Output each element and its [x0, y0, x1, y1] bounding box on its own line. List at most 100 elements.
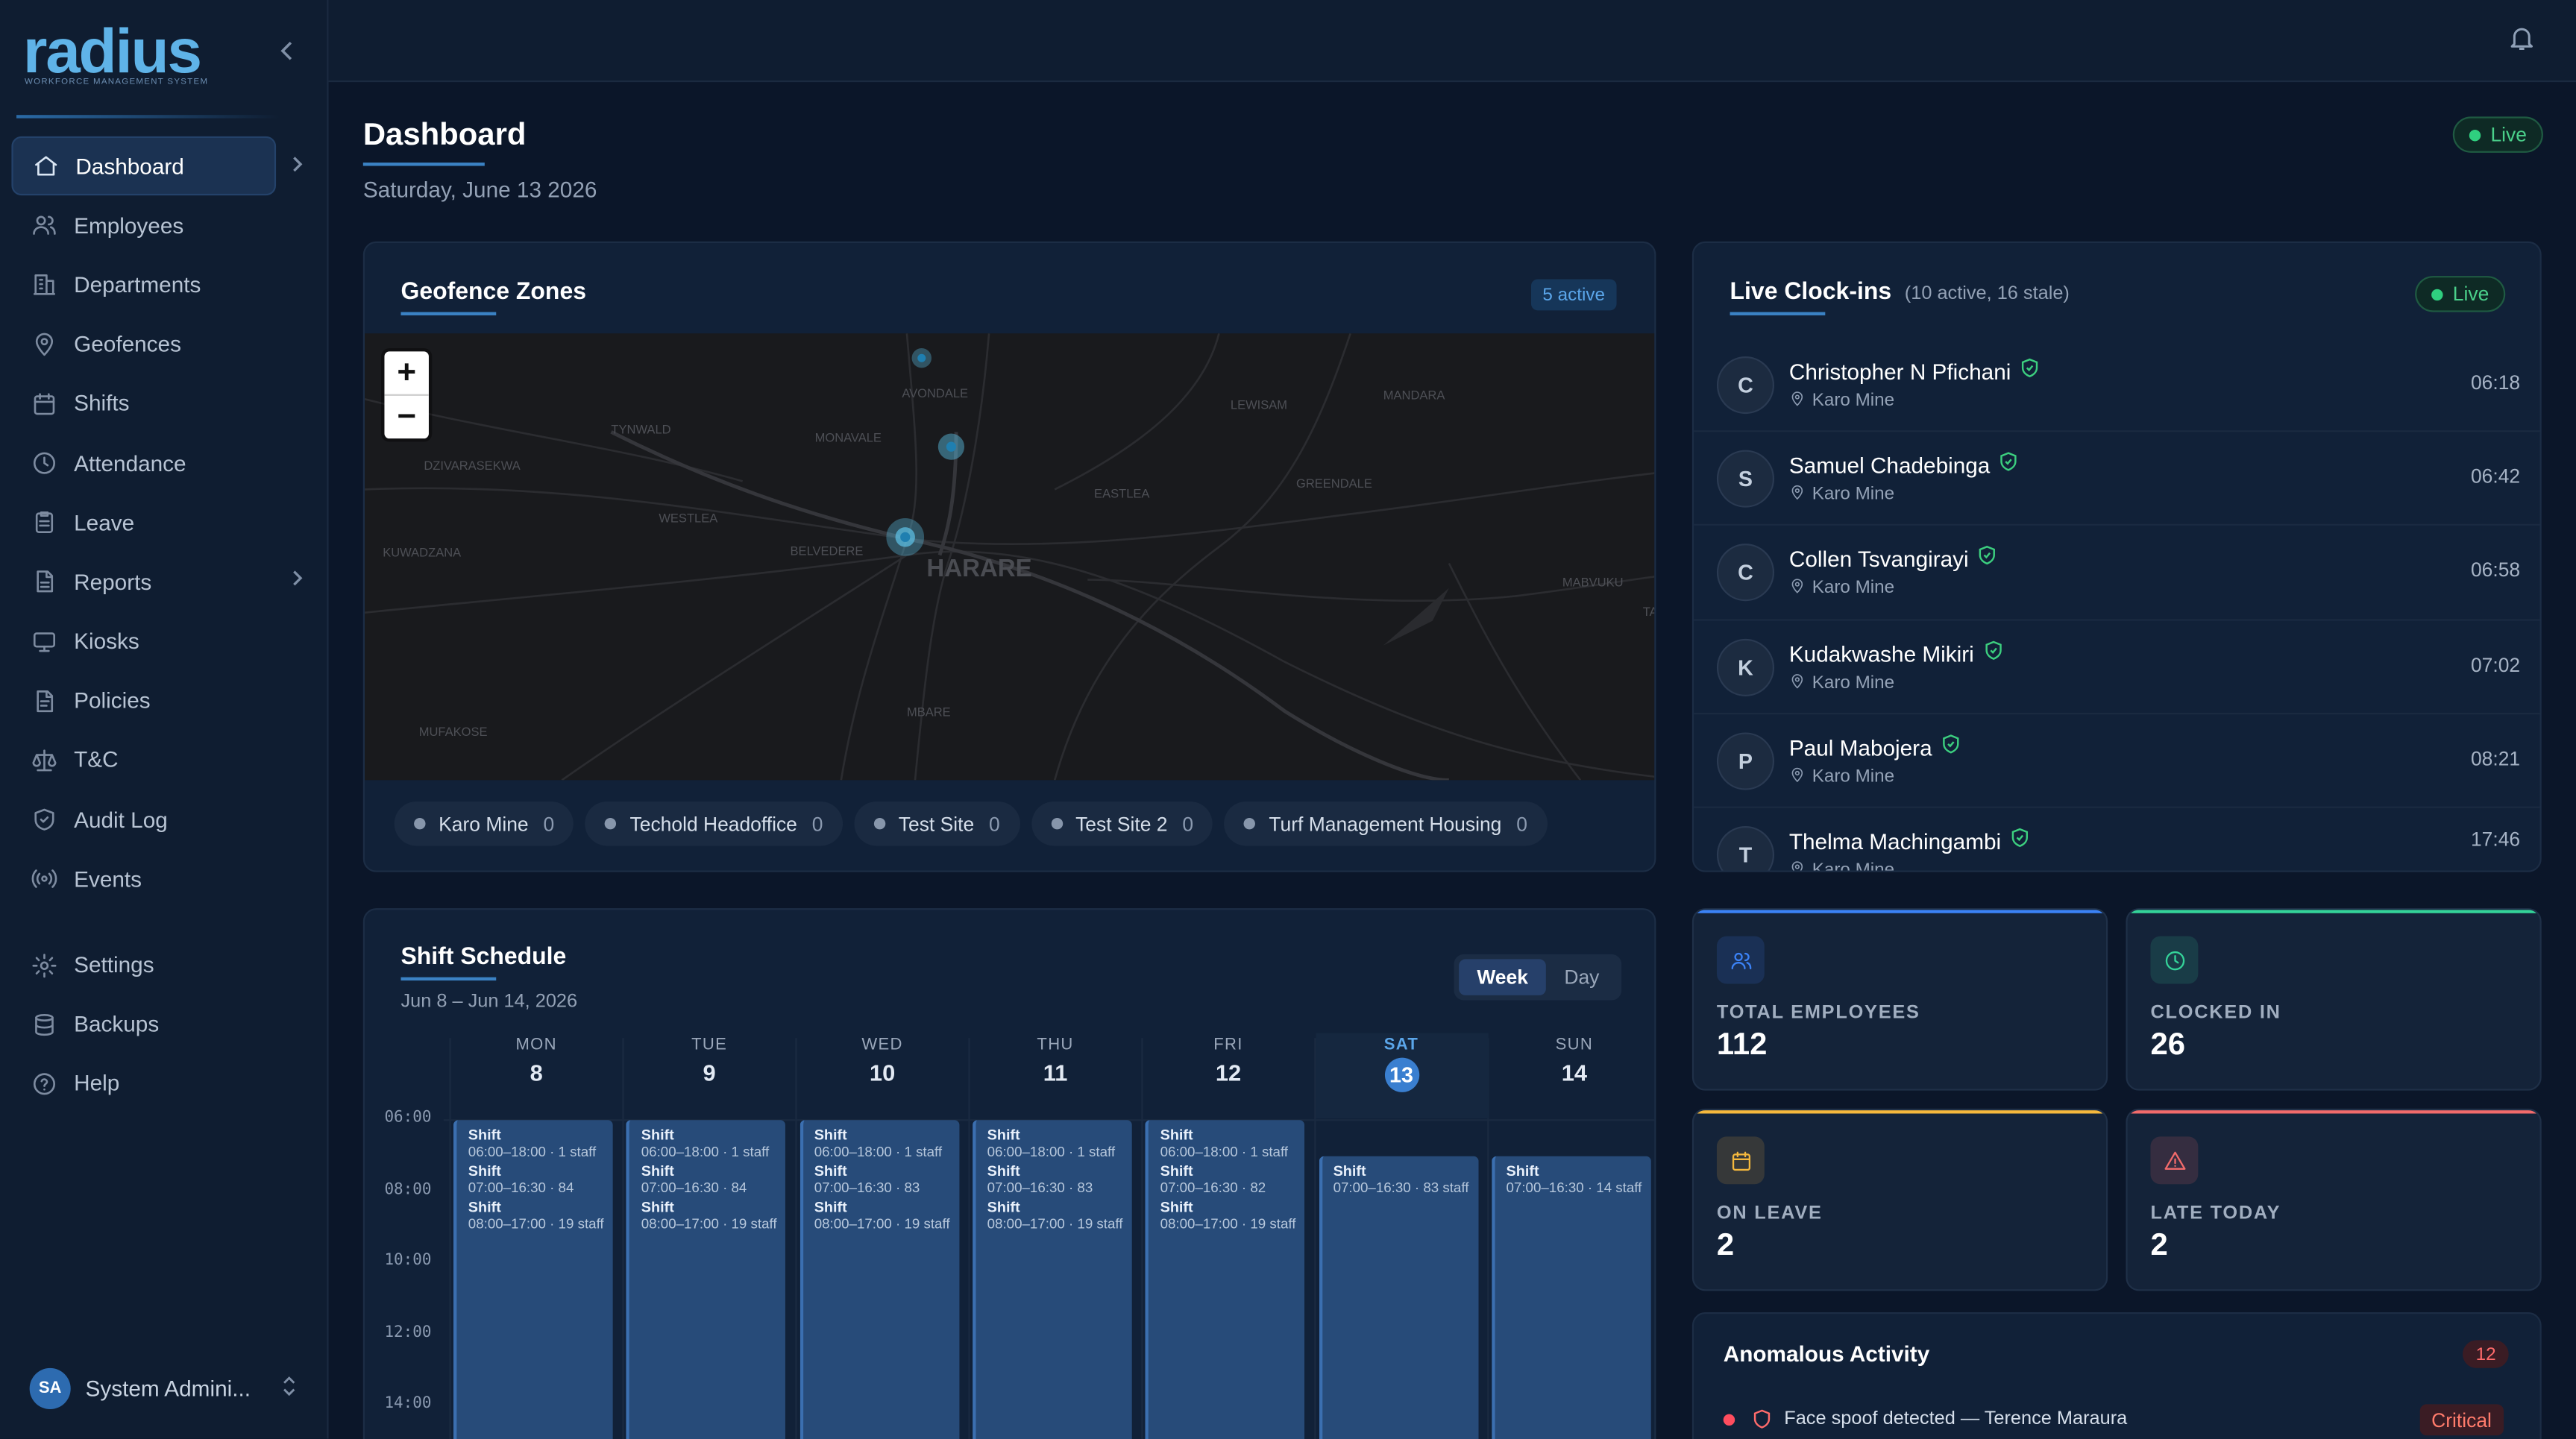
day-header-fri[interactable]: FRI 12 [1142, 1036, 1314, 1086]
time-label: 12:00 [384, 1323, 432, 1341]
sidebar-item-leave[interactable]: Leave [11, 493, 317, 552]
sidebar-item-policies[interactable]: Policies [11, 671, 317, 731]
day-header-sat[interactable]: SAT 13 [1315, 1033, 1488, 1119]
shift-detail: 08:00–17:00 · 19 staff [1160, 1215, 1296, 1232]
sidebar-item-settings[interactable]: Settings [11, 935, 317, 995]
shift-detail: 06:00–18:00 · 1 staff [641, 1143, 770, 1160]
sidebar-item-shifts[interactable]: Shifts [11, 374, 317, 434]
shift-entry[interactable]: Shift 07:00–16:30 · 84 [641, 1163, 786, 1196]
users-icon [31, 212, 57, 239]
clockin-row[interactable]: P Paul Mabojera Karo Mine 08:21 [1694, 714, 2540, 808]
collapse-sidebar-icon[interactable] [279, 40, 295, 69]
sidebar-item-kiosks[interactable]: Kiosks [11, 612, 317, 672]
shift-entry[interactable]: Shift 08:00–17:00 · 19 staff [468, 1199, 604, 1232]
zone-count: 0 [1516, 812, 1527, 836]
zone-chip[interactable]: Test Site 2 0 [1031, 801, 1213, 846]
shift-block[interactable]: Shift 06:00–18:00 · 1 staff Shift 07:00–16:… [799, 1120, 959, 1439]
zone-chip[interactable]: Karo Mine 0 [394, 801, 574, 846]
user-menu[interactable]: SA System Admini... [29, 1367, 309, 1409]
geofence-map[interactable]: AVONDALE TYNWALD MONAVALE LEWISAM MANDAR… [365, 333, 1656, 781]
shift-entry[interactable]: Shift 08:00–17:00 · 19 staff [987, 1199, 1123, 1232]
shift-title: Shift [1333, 1162, 1366, 1180]
svg-text:MBARE: MBARE [907, 705, 951, 719]
sidebar-item-t-c[interactable]: T&C [11, 731, 317, 790]
shift-block[interactable]: Shift 06:00–18:00 · 1 staff Shift 07:00–16:… [972, 1120, 1132, 1439]
employee-name-text: Collen Tsvangirayi [1788, 547, 1969, 573]
map-pin-icon [1789, 860, 1806, 871]
shift-detail: 08:00–17:00 · 19 staff [814, 1215, 950, 1232]
svg-text:TA: TA [1643, 605, 1656, 619]
zone-chip[interactable]: Test Site 0 [854, 801, 1020, 846]
clockin-row[interactable]: C Collen Tsvangirayi Karo Mine 06:58 [1694, 526, 2540, 620]
sidebar-item-employees[interactable]: Employees [11, 196, 317, 256]
topbar [328, 0, 2576, 83]
day-header-tue[interactable]: TUE 9 [623, 1036, 796, 1086]
logo-subtitle: WORKFORCE MANAGEMENT SYSTEM [25, 77, 209, 87]
geofence-card: Geofence Zones 5 active AVONDALE TYNWALD… [362, 241, 1656, 872]
sidebar-item-dashboard[interactable]: Dashboard [11, 136, 303, 196]
zone-status-dot-icon [605, 817, 617, 830]
bell-icon[interactable] [2507, 23, 2536, 61]
shift-entry[interactable]: Shift 06:00–18:00 · 1 staff [987, 1127, 1132, 1159]
chevron-right-icon [291, 569, 304, 593]
zoom-out-button[interactable]: − [384, 395, 428, 438]
clockin-row[interactable]: K Kudakwashe Mikiri Karo Mine 07:02 [1694, 620, 2540, 714]
zone-chip[interactable]: Turf Management Housing 0 [1224, 801, 1548, 846]
live-status-badge: Live [2452, 116, 2543, 153]
day-header-sun[interactable]: SUN 14 [1488, 1036, 1654, 1086]
shift-block[interactable]: Shift 06:00–18:00 · 1 staff Shift 07:00–16:… [626, 1120, 786, 1439]
clockin-row[interactable]: S Samuel Chadebinga Karo Mine 06:42 [1694, 432, 2540, 526]
anomalies-count-badge: 12 [2462, 1340, 2510, 1368]
verified-check-icon [2000, 452, 2018, 476]
avatar: C [1716, 544, 1775, 602]
shift-entry[interactable]: Shift 06:00–18:00 · 1 staff [1160, 1127, 1305, 1159]
sidebar-item-events[interactable]: Events [11, 849, 317, 909]
zone-chip[interactable]: Techold Headoffice 0 [585, 801, 843, 846]
day-header-wed[interactable]: WED 10 [796, 1036, 968, 1086]
shift-title: Shift [468, 1199, 501, 1216]
shift-detail: 07:00–16:30 · 83 [814, 1179, 920, 1196]
sidebar-item-label: Geofences [74, 332, 181, 357]
sidebar-item-departments[interactable]: Departments [11, 255, 317, 315]
sidebar-item-help[interactable]: Help [11, 1054, 317, 1114]
clockin-time: 17:46 [2470, 828, 2521, 851]
sidebar-item-audit-log[interactable]: Audit Log [11, 790, 317, 850]
help-icon [31, 1071, 57, 1097]
employee-name: Samuel Chadebinga [1789, 452, 2018, 478]
sidebar-item-reports[interactable]: Reports [11, 552, 317, 612]
employee-site: Karo Mine [1789, 579, 1894, 599]
shift-entry[interactable]: Shift 08:00–17:00 · 19 staff [641, 1199, 777, 1232]
day-number: 11 [1043, 1059, 1068, 1086]
sidebar-item-attendance[interactable]: Attendance [11, 433, 317, 493]
shift-entry[interactable]: Shift 08:00–17:00 · 19 staff [814, 1199, 950, 1232]
clockin-row[interactable]: C Christopher N Pfichani Karo Mine 06:18 [1694, 339, 2540, 432]
sidebar-item-backups[interactable]: Backups [11, 995, 317, 1054]
shift-entry[interactable]: Shift 07:00–16:30 · 82 [1160, 1163, 1305, 1196]
day-header-thu[interactable]: THU 11 [969, 1036, 1141, 1086]
shift-entry[interactable]: Shift 07:00–16:30 · 83 staff [1333, 1163, 1469, 1196]
shift-entry[interactable]: Shift 07:00–16:30 · 14 staff [1507, 1163, 1642, 1196]
shift-entry[interactable]: Shift 07:00–16:30 · 83 [814, 1163, 959, 1196]
svg-text:KUWADZANA: KUWADZANA [383, 546, 461, 560]
employee-name: Paul Mabojera [1789, 734, 1960, 760]
shift-block[interactable]: Shift 06:00–18:00 · 1 staff Shift 07:00–16:… [453, 1120, 613, 1439]
shift-entry[interactable]: Shift 06:00–18:00 · 1 staff [468, 1127, 613, 1159]
shift-detail: 08:00–17:00 · 19 staff [468, 1215, 604, 1232]
shift-entry[interactable]: Shift 06:00–18:00 · 1 staff [814, 1127, 959, 1159]
shift-block[interactable]: Shift 06:00–18:00 · 1 staff Shift 07:00–16:… [1145, 1120, 1305, 1439]
anomaly-item[interactable]: Face spoof detected — Terence Maraura [1723, 1409, 2516, 1429]
zone-name: Test Site [898, 812, 975, 836]
stat-accent-bar [1694, 1110, 2106, 1114]
clockin-row[interactable]: TThelma MachingambiKaro Mine17:46Late [1694, 808, 2539, 871]
sidebar-item-geofences[interactable]: Geofences [11, 315, 317, 374]
shift-entry[interactable]: Shift 06:00–18:00 · 1 staff [641, 1127, 786, 1159]
shift-block[interactable]: Shift 07:00–16:30 · 14 staff [1491, 1156, 1651, 1439]
day-header-mon[interactable]: MON 8 [450, 1036, 623, 1086]
shift-entry[interactable]: Shift 07:00–16:30 · 84 [468, 1163, 613, 1196]
shift-block[interactable]: Shift 07:00–16:30 · 83 staff [1318, 1156, 1478, 1439]
zoom-in-button[interactable]: + [384, 351, 429, 395]
shift-entry[interactable]: Shift 07:00–16:30 · 83 [987, 1163, 1132, 1196]
logo[interactable]: radius WORKFORCE MANAGEMENT SYSTEM [19, 16, 233, 95]
shift-entry[interactable]: Shift 08:00–17:00 · 19 staff [1160, 1199, 1296, 1232]
zone-name: Karo Mine [439, 812, 529, 836]
